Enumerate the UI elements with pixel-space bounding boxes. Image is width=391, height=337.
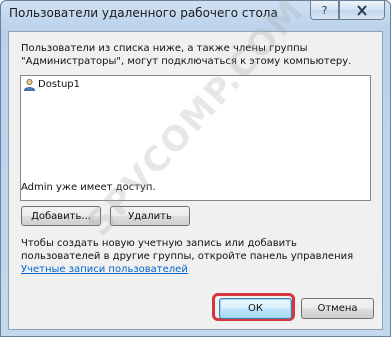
cancel-button[interactable]: Отмена	[301, 298, 374, 319]
window-title: Пользователи удаленного рабочего стола	[9, 6, 278, 20]
list-item[interactable]: Dostup1	[23, 78, 80, 91]
close-icon	[357, 4, 367, 16]
ok-button[interactable]: ОК	[219, 298, 292, 319]
user-accounts-link[interactable]: Учетные записи пользователей	[21, 264, 188, 275]
close-button[interactable]	[339, 1, 385, 20]
description-text: Пользователи из списка ниже, а также чле…	[21, 43, 352, 67]
info-text: Чтобы создать новую учетную запись или д…	[21, 237, 376, 276]
user-icon	[24, 79, 35, 91]
dialog-window: Пользователи удаленного рабочего стола ?…	[0, 0, 391, 337]
help-button[interactable]: ?	[310, 1, 339, 20]
dialog-content: Пользователи из списка ниже, а также чле…	[8, 0, 383, 330]
user-name: Dostup1	[38, 79, 80, 90]
info-text-body: Чтобы создать новую учетную запись или д…	[21, 238, 354, 262]
